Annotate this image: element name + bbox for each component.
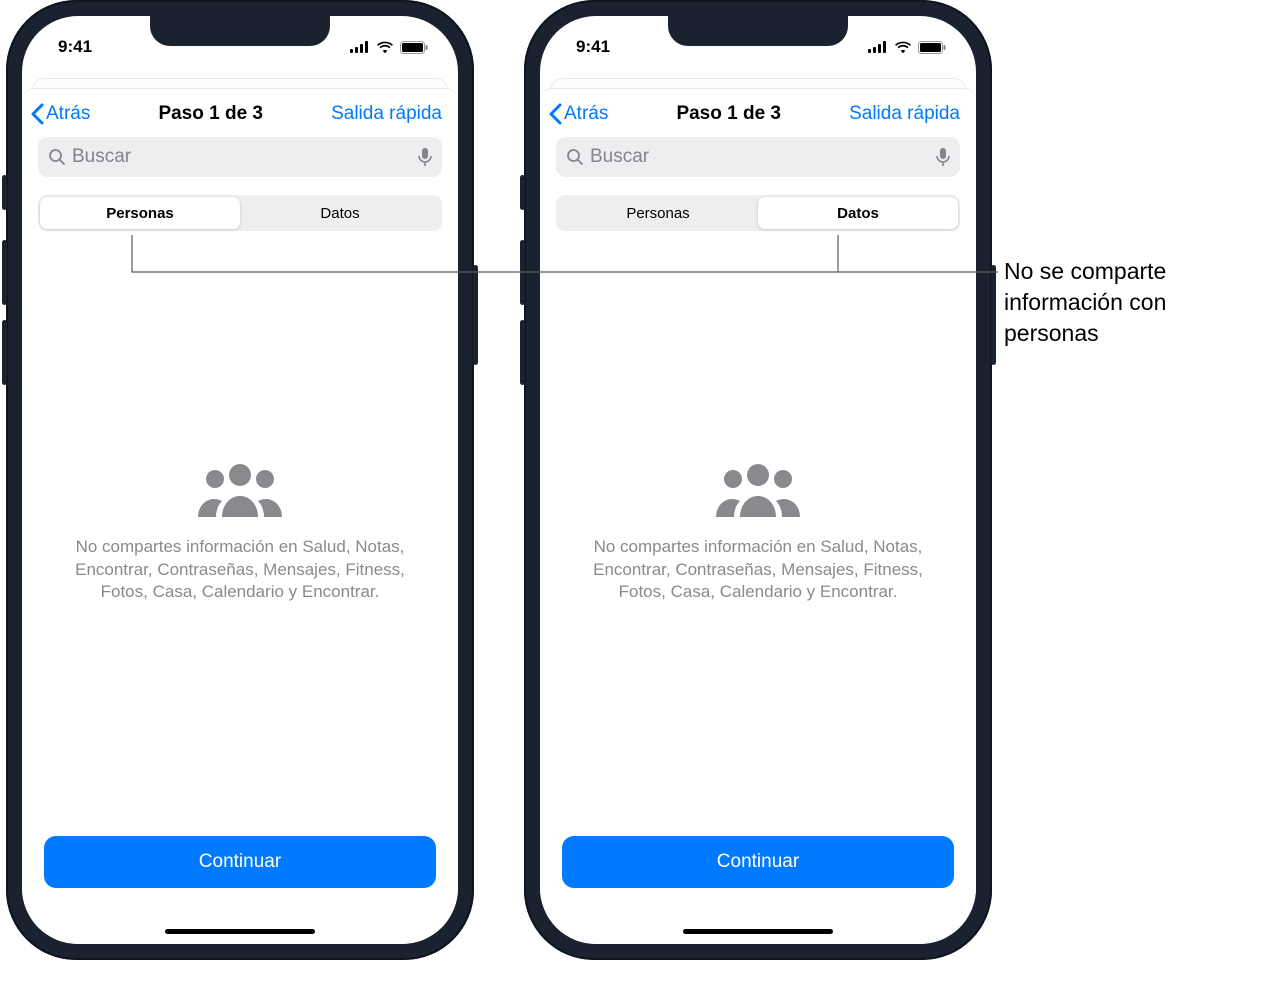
tab-datos[interactable]: Datos (240, 197, 440, 229)
notch (150, 16, 330, 46)
segmented-control: Personas Datos (38, 195, 442, 231)
modal-sheet: Atrás Paso 1 de 3 Salida rápida Buscar P… (540, 88, 976, 944)
continue-button[interactable]: Continuar (44, 836, 436, 888)
callout-annotation: No se comparte información con personas (1004, 256, 1264, 349)
callout-line-3: personas (1004, 318, 1264, 349)
notch (668, 16, 848, 46)
people-group-icon (195, 461, 285, 522)
callout-leader-line (0, 0, 1000, 300)
people-group-icon (713, 461, 803, 522)
continue-button[interactable]: Continuar (562, 836, 954, 888)
callout-line-2: información con (1004, 287, 1264, 318)
volume-down-button (520, 320, 525, 385)
empty-message: No compartes información en Salud, Notas… (580, 536, 936, 605)
home-indicator[interactable] (683, 929, 833, 934)
modal-sheet: Atrás Paso 1 de 3 Salida rápida Buscar P… (22, 88, 458, 944)
tab-personas[interactable]: Personas (40, 197, 240, 229)
tab-datos[interactable]: Datos (758, 197, 958, 229)
tab-personas[interactable]: Personas (558, 197, 758, 229)
callout-line-1: No se comparte (1004, 256, 1264, 287)
home-indicator[interactable] (165, 929, 315, 934)
segmented-control: Personas Datos (556, 195, 960, 231)
empty-message: No compartes información en Salud, Notas… (62, 536, 418, 605)
volume-down-button (2, 320, 7, 385)
